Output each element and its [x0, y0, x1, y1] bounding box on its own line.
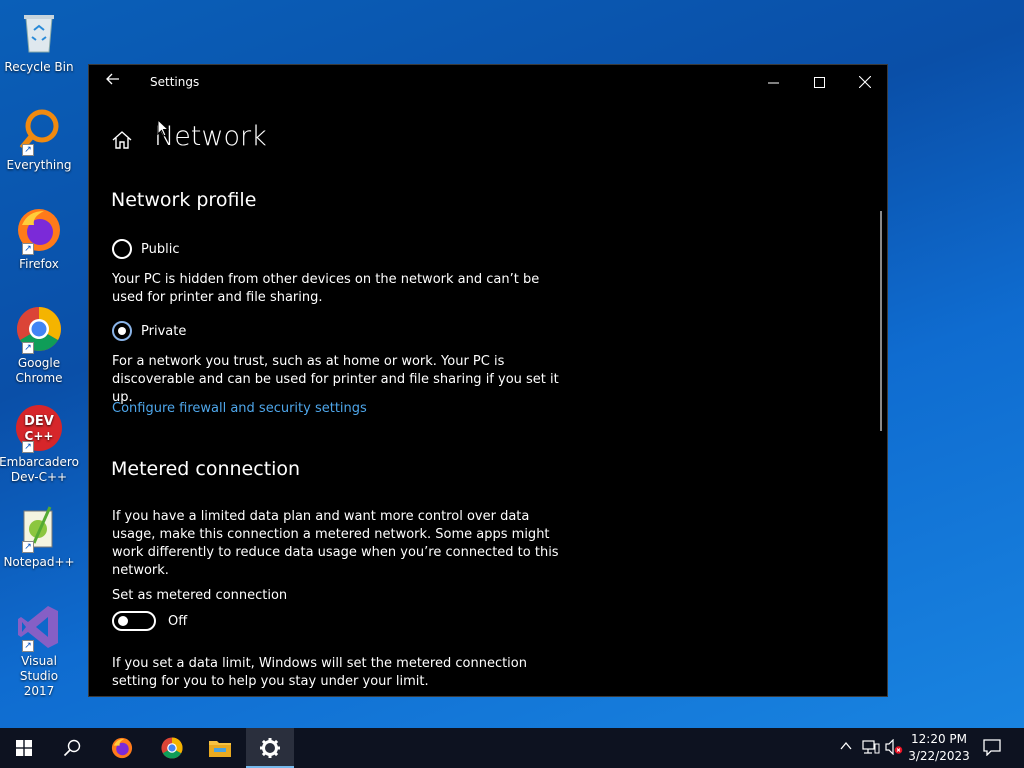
metered-connection-heading: Metered connection	[111, 458, 301, 480]
private-description: For a network you trust, such as at home…	[112, 354, 559, 405]
desktop-icon-google-chrome[interactable]: ↗ Google Chrome	[4, 304, 74, 386]
public-radio-label: Public	[141, 241, 180, 257]
network-profile-heading: Network profile	[111, 189, 257, 211]
page-title: Network	[154, 121, 267, 152]
show-hidden-icons-button[interactable]	[839, 739, 857, 757]
clock-time: 12:20 PM	[911, 732, 967, 746]
maximize-button[interactable]	[796, 65, 842, 99]
chrome-icon: ↗	[14, 304, 64, 354]
shortcut-arrow-icon: ↗	[22, 541, 34, 553]
everything-icon: ↗	[14, 106, 64, 156]
settings-content: Network Network profile Public Your PC i…	[89, 99, 885, 696]
dev-cpp-icon: DEV C++ ↗	[14, 403, 64, 453]
taskbar-chrome[interactable]	[148, 728, 196, 768]
desktop-icon-everything[interactable]: ↗ Everything	[4, 106, 74, 173]
action-center-button[interactable]	[983, 739, 1001, 757]
minimize-icon	[767, 82, 779, 83]
recycle-bin-icon	[14, 8, 64, 58]
public-description: Your PC is hidden from other devices on …	[112, 272, 540, 305]
shortcut-arrow-icon: ↗	[22, 342, 34, 354]
home-icon	[112, 131, 132, 149]
settings-icon	[260, 738, 280, 758]
search-button[interactable]	[48, 728, 96, 768]
desktop-icon-visual-studio[interactable]: ↗ Visual Studio 2017	[4, 602, 74, 699]
chrome-icon	[161, 737, 183, 759]
firefox-icon: ↗	[14, 205, 64, 255]
vertical-scrollbar[interactable]	[880, 211, 882, 431]
notepad-plus-plus-icon: ↗	[14, 503, 64, 553]
notifications-icon	[983, 739, 1001, 757]
maximize-icon	[813, 76, 825, 88]
firefox-icon	[111, 737, 133, 759]
back-button[interactable]	[101, 71, 125, 93]
start-icon	[16, 740, 32, 756]
minimize-button[interactable]	[750, 65, 796, 99]
taskbar-settings[interactable]	[246, 728, 294, 768]
close-icon	[859, 76, 871, 88]
private-radio-option[interactable]: Private	[112, 321, 186, 341]
private-radio[interactable]	[112, 321, 132, 341]
desktop-icon-dev-cpp[interactable]: DEV C++ ↗ Embarcadero Dev-C++	[0, 403, 79, 485]
home-button[interactable]	[111, 129, 133, 151]
shortcut-arrow-icon: ↗	[22, 243, 34, 255]
desktop-icon-recycle-bin[interactable]: Recycle Bin	[4, 8, 74, 75]
back-arrow-icon	[106, 73, 119, 85]
start-button[interactable]	[0, 728, 48, 768]
dev-cpp-logo-text: DEV	[24, 414, 54, 429]
network-tray-button[interactable]	[862, 739, 880, 757]
desktop-icon-notepad-plus-plus[interactable]: ↗ Notepad++	[3, 503, 75, 570]
shortcut-arrow-icon: ↗	[22, 441, 34, 453]
metered-toggle-row[interactable]: Off	[112, 611, 187, 631]
metered-toggle-label: Set as metered connection	[112, 588, 288, 603]
clock-date: 3/22/2023	[908, 749, 970, 763]
volume-muted-icon	[885, 738, 903, 756]
file-explorer-icon	[209, 741, 231, 757]
close-button[interactable]	[842, 65, 887, 99]
public-radio[interactable]	[112, 239, 132, 259]
settings-window[interactable]: Settings Network Network profile Public …	[88, 64, 888, 697]
network-icon	[862, 740, 880, 754]
mouse-cursor-icon	[157, 119, 169, 137]
window-titlebar[interactable]: Settings	[89, 65, 887, 99]
data-limit-description: If you set a data limit, Windows will se…	[112, 656, 527, 689]
configure-firewall-link[interactable]: Configure firewall and security settings	[112, 401, 367, 416]
chevron-up-icon	[840, 741, 852, 750]
metered-description: If you have a limited data plan and want…	[112, 509, 559, 578]
taskbar: 12:20 PM 3/22/2023	[0, 728, 1024, 768]
taskbar-file-explorer[interactable]	[196, 728, 244, 768]
private-radio-label: Private	[141, 323, 187, 339]
desktop-icon-firefox[interactable]: ↗ Firefox	[4, 205, 74, 272]
visual-studio-icon: ↗	[14, 602, 64, 652]
taskbar-clock[interactable]: 12:20 PM 3/22/2023	[908, 731, 970, 765]
window-title: Settings	[150, 75, 200, 89]
metered-toggle-state: Off	[168, 613, 188, 629]
volume-tray-button[interactable]	[885, 738, 903, 757]
shortcut-arrow-icon: ↗	[22, 640, 34, 652]
metered-toggle[interactable]	[112, 611, 156, 631]
public-radio-option[interactable]: Public	[112, 239, 179, 259]
search-icon	[63, 739, 81, 757]
shortcut-arrow-icon: ↗	[22, 144, 34, 156]
taskbar-firefox[interactable]	[98, 728, 146, 768]
